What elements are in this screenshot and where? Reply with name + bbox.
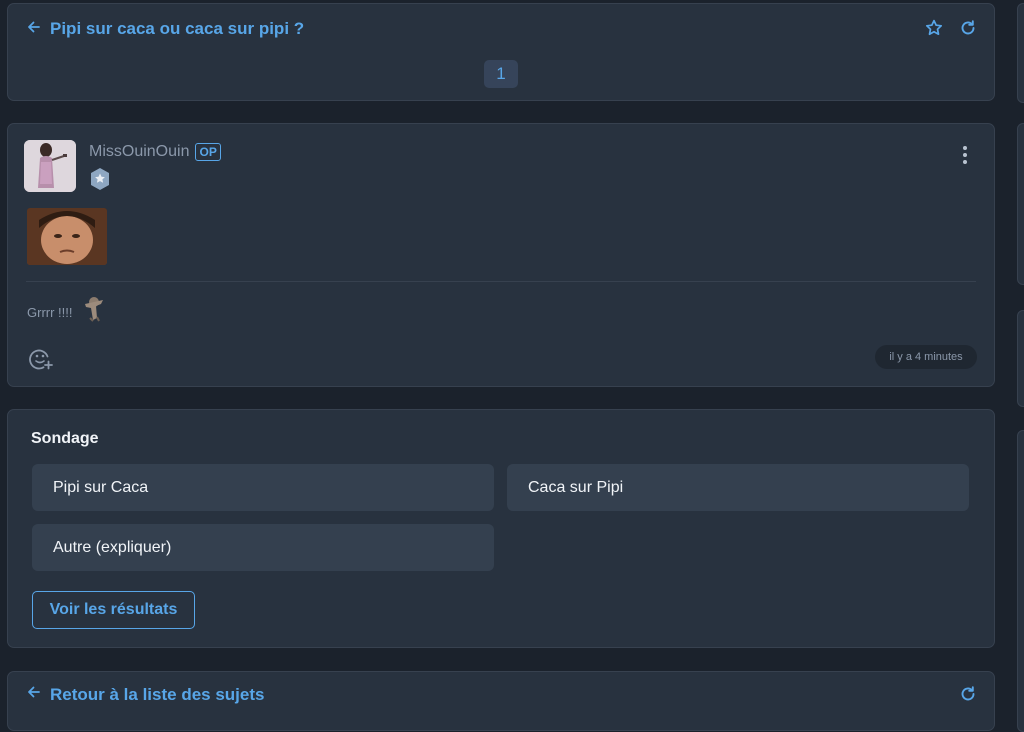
- back-to-topics-label: Retour à la liste des sujets: [50, 684, 265, 704]
- side-panel-edge-lower: [1017, 310, 1024, 407]
- footer-card: Retour à la liste des sujets: [7, 671, 995, 731]
- side-panel-edge-bottom: [1017, 430, 1024, 732]
- topic-back-link[interactable]: Pipi sur caca ou caca sur pipi ?: [26, 17, 304, 41]
- arrow-left-icon: [26, 684, 42, 705]
- poll-option-autre[interactable]: Autre (expliquer): [32, 524, 494, 571]
- side-panel-edge-top: [1017, 3, 1024, 103]
- view-results-button[interactable]: Voir les résultats: [32, 591, 195, 629]
- op-badge: OP: [195, 143, 221, 161]
- poll-option-pipi-sur-caca[interactable]: Pipi sur Caca: [32, 464, 494, 511]
- side-panel-edge-mid: [1017, 123, 1024, 285]
- author-name[interactable]: MissOuinOuin: [89, 143, 189, 161]
- post-text: Grrrr !!!!: [27, 305, 73, 320]
- post-divider: [26, 281, 976, 282]
- back-to-topics-link[interactable]: Retour à la liste des sujets: [26, 684, 264, 705]
- post-timestamp: il y a 4 minutes: [875, 345, 977, 369]
- topic-header-card: Pipi sur caca ou caca sur pipi ? 1: [7, 3, 995, 101]
- topic-title: Pipi sur caca ou caca sur pipi ?: [50, 19, 305, 38]
- pagination-page-1[interactable]: 1: [484, 60, 518, 88]
- refresh-icon[interactable]: [958, 684, 978, 704]
- arrow-left-icon: [26, 19, 42, 40]
- rank-star-badge-icon: [89, 167, 111, 191]
- poll-card: Sondage Pipi sur Caca Caca sur Pipi Autr…: [7, 409, 995, 648]
- poll-option-caca-sur-pipi[interactable]: Caca sur Pipi: [507, 464, 969, 511]
- poll-title: Sondage: [31, 430, 99, 447]
- post-card: MissOuinOuin OP Grrrr !!!! il y a 4 minu…: [7, 123, 995, 387]
- small-sticker-image: [81, 292, 107, 322]
- avatar[interactable]: [24, 140, 76, 192]
- kebab-menu-icon[interactable]: [957, 144, 973, 166]
- refresh-icon[interactable]: [958, 18, 978, 38]
- star-icon[interactable]: [924, 18, 944, 38]
- sticker-image: [27, 208, 107, 265]
- add-reaction-icon[interactable]: [28, 346, 54, 372]
